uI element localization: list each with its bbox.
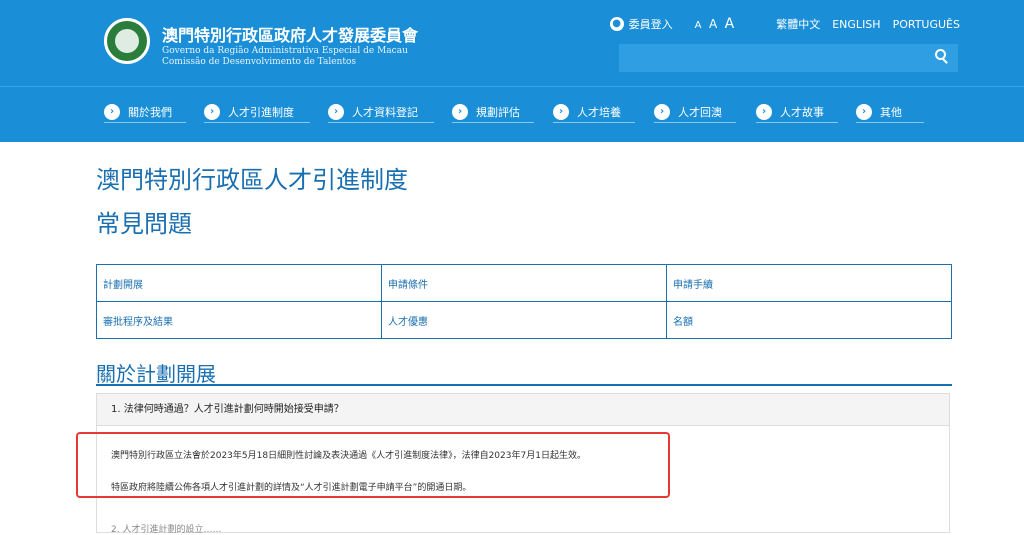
chevron-right-icon: › xyxy=(104,104,120,120)
category-link[interactable]: 申請條件 xyxy=(381,264,667,302)
chevron-right-icon: › xyxy=(452,104,468,120)
nav-label: 關於我們 xyxy=(128,106,172,119)
nav-underline xyxy=(452,122,534,123)
site-title-zh[interactable]: 澳門特別行政區政府人才發展委員會 xyxy=(162,22,418,46)
top-links: ● 委員登入 A A A 繁體中文 ENGLISH PORTUGUÊS xyxy=(609,16,960,32)
page-title: 澳門特別行政區人才引進制度 xyxy=(96,166,408,194)
nav-item-training[interactable]: › 人才培養 xyxy=(553,104,621,120)
nav-label: 規劃評估 xyxy=(476,106,520,119)
chevron-right-icon: › xyxy=(328,104,344,120)
site-title-pt-line2: Comissão de Desenvolvimento de Talentos xyxy=(162,57,357,67)
nav-label: 人才引進制度 xyxy=(228,106,294,119)
nav-label: 其他 xyxy=(880,106,902,119)
lang-zh[interactable]: 繁體中文 xyxy=(776,16,820,32)
search-input[interactable] xyxy=(619,44,958,72)
site-title-pt: Governo da Região Administrativa Especia… xyxy=(162,46,408,68)
nav-underline xyxy=(204,122,310,123)
nav-underline xyxy=(553,122,635,123)
category-link[interactable]: 人才優惠 xyxy=(381,301,667,339)
nav-item-talent-registration[interactable]: › 人才資料登記 xyxy=(328,104,418,120)
page-subtitle: 常見問題 xyxy=(96,210,192,238)
chevron-right-icon: › xyxy=(553,104,569,120)
faq-question[interactable]: 1. 法律何時通過？人才引進計劃何時開始接受申請？ xyxy=(97,394,949,426)
chevron-right-icon: › xyxy=(856,104,872,120)
category-link[interactable]: 計劃開展 xyxy=(96,264,382,302)
user-icon[interactable]: ● xyxy=(609,17,624,31)
lang-pt[interactable]: PORTUGUÊS xyxy=(893,18,960,31)
nav-label: 人才資料登記 xyxy=(352,106,418,119)
nav-item-stories[interactable]: › 人才故事 xyxy=(756,104,824,120)
font-size-medium[interactable]: A xyxy=(709,17,719,31)
red-highlight-box xyxy=(76,432,670,498)
chevron-right-icon: › xyxy=(204,104,220,120)
member-login-link[interactable]: 委員登入 xyxy=(629,16,673,32)
nav-label: 人才培養 xyxy=(577,106,621,119)
section-title: 關於計劃開展 xyxy=(96,362,216,386)
nav-item-others[interactable]: › 其他 xyxy=(856,104,902,120)
site-title-pt-line1: Governo da Região Administrativa Especia… xyxy=(162,46,408,56)
nav-underline xyxy=(756,122,838,123)
chevron-right-icon: › xyxy=(654,104,670,120)
category-link[interactable]: 申請手續 xyxy=(666,264,952,302)
nav-item-return[interactable]: › 人才回澳 xyxy=(654,104,722,120)
table-row: 計劃開展 申請條件 申請手續 xyxy=(96,264,952,302)
font-size-controls: A A A xyxy=(695,16,737,32)
main-nav: › 關於我們 › 人才引進制度 › 人才資料登記 › 規劃評估 › 人才培養 › 人才回澳 … xyxy=(0,86,1024,142)
search-icon[interactable] xyxy=(935,49,946,60)
font-size-small[interactable]: A xyxy=(695,20,704,31)
chevron-right-icon: › xyxy=(756,104,772,120)
category-link[interactable]: 名額 xyxy=(666,301,952,339)
nav-label: 人才回澳 xyxy=(678,106,722,119)
nav-item-talent-system[interactable]: › 人才引進制度 xyxy=(204,104,294,120)
section-divider xyxy=(96,384,952,386)
lang-en[interactable]: ENGLISH xyxy=(832,18,880,31)
faq-category-table: 計劃開展 申請條件 申請手續 審批程序及結果 人才優惠 名額 xyxy=(96,264,952,339)
nav-underline xyxy=(856,122,924,123)
font-size-large[interactable]: A xyxy=(725,16,737,32)
nav-item-planning[interactable]: › 規劃評估 xyxy=(452,104,520,120)
nav-label: 人才故事 xyxy=(780,106,824,119)
macau-emblem-logo[interactable] xyxy=(104,18,150,64)
nav-underline xyxy=(104,122,186,123)
nav-underline xyxy=(654,122,736,123)
site-header: 澳門特別行政區政府人才發展委員會 Governo da Região Admin… xyxy=(0,0,1024,86)
table-row: 審批程序及結果 人才優惠 名額 xyxy=(96,301,952,339)
nav-underline xyxy=(328,122,434,123)
category-link[interactable]: 審批程序及結果 xyxy=(96,301,382,339)
nav-item-about[interactable]: › 關於我們 xyxy=(104,104,172,120)
